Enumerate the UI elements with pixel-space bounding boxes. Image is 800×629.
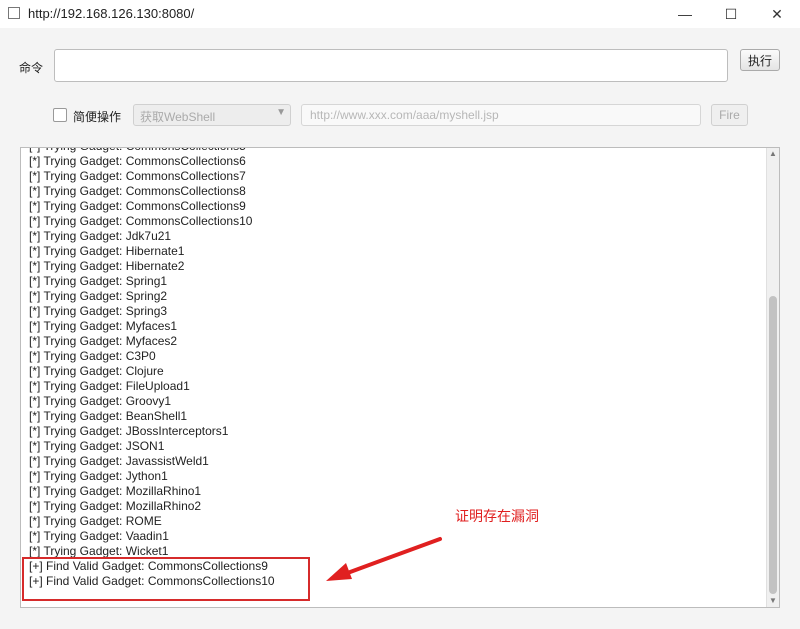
log-line: [*] Trying Gadget: JSON1 [29, 439, 165, 453]
app-icon [8, 7, 20, 19]
log-line: [*] Trying Gadget: Groovy1 [29, 394, 172, 408]
log-line: [*] Trying Gadget: CommonsCollections9 [29, 199, 246, 213]
log-line: [*] Trying Gadget: Spring2 [29, 289, 168, 303]
log-line: [*] Trying Gadget: Hibernate1 [29, 244, 185, 258]
main-content: 命令 执行 简便操作 获取WebShell ▼ http://www.xxx.c… [0, 28, 800, 629]
log-lines: [*] Trying Gadget: CommonsCollections5[*… [29, 148, 275, 589]
highlight-box [22, 557, 310, 601]
log-line: [*] Trying Gadget: ROME [29, 514, 162, 528]
log-line: [*] Trying Gadget: CommonsCollections10 [29, 214, 253, 228]
log-line: [*] Trying Gadget: MozillaRhino1 [29, 484, 202, 498]
title-bar: http://192.168.126.130:8080/ — ☐ ✕ [0, 0, 800, 28]
command-input[interactable] [54, 49, 728, 82]
log-line: [*] Trying Gadget: Myfaces1 [29, 319, 178, 333]
simple-mode-checkbox[interactable] [53, 108, 67, 122]
vertical-scrollbar[interactable]: ▲ ▼ [766, 148, 779, 607]
log-line: [*] Trying Gadget: Spring3 [29, 304, 168, 318]
maximize-button[interactable]: ☐ [708, 0, 754, 28]
url-placeholder: http://www.xxx.com/aaa/myshell.jsp [310, 108, 499, 122]
log-line: [*] Trying Gadget: BeanShell1 [29, 409, 188, 423]
window-title: http://192.168.126.130:8080/ [28, 6, 195, 21]
log-line: [*] Trying Gadget: Spring1 [29, 274, 168, 288]
log-line: [*] Trying Gadget: JavassistWeld1 [29, 454, 209, 468]
log-line: [*] Trying Gadget: Jython1 [29, 469, 168, 483]
log-line: [*] Trying Gadget: C3P0 [29, 349, 156, 363]
log-line: [*] Trying Gadget: CommonsCollections8 [29, 184, 246, 198]
command-label: 命令 [19, 61, 44, 75]
annotation-text: 证明存在漏洞 [455, 508, 539, 524]
close-button[interactable]: ✕ [754, 0, 800, 28]
log-line: [*] Trying Gadget: Vaadin1 [29, 529, 169, 543]
scroll-up-icon[interactable]: ▲ [767, 148, 779, 160]
log-line: [*] Trying Gadget: CommonsCollections5 [29, 148, 275, 154]
webshell-select-value: 获取WebShell [140, 110, 216, 124]
scroll-down-icon[interactable]: ▼ [767, 595, 779, 607]
execute-button[interactable]: 执行 [740, 49, 780, 71]
chevron-down-icon: ▼ [276, 107, 286, 118]
webshell-url-input[interactable]: http://www.xxx.com/aaa/myshell.jsp [301, 104, 701, 126]
scroll-thumb[interactable] [769, 296, 777, 594]
log-line: [*] Trying Gadget: Myfaces2 [29, 334, 178, 348]
minimize-button[interactable]: — [662, 0, 708, 28]
log-line: [*] Trying Gadget: Clojure [29, 364, 164, 378]
arrow-icon [326, 537, 442, 581]
log-line: [*] Trying Gadget: JBossInterceptors1 [29, 424, 229, 438]
log-line: [*] Trying Gadget: CommonsCollections6 [29, 154, 246, 168]
fire-button[interactable]: Fire [711, 104, 748, 126]
log-line: [*] Trying Gadget: Hibernate2 [29, 259, 185, 273]
log-line: [*] Trying Gadget: Jdk7u21 [29, 229, 172, 243]
simple-mode-label: 简便操作 [73, 110, 122, 124]
log-line: [*] Trying Gadget: FileUpload1 [29, 379, 190, 393]
log-line: [*] Trying Gadget: CommonsCollections7 [29, 169, 246, 183]
log-line: [*] Trying Gadget: MozillaRhino2 [29, 499, 202, 513]
webshell-select[interactable]: 获取WebShell ▼ [133, 104, 291, 126]
